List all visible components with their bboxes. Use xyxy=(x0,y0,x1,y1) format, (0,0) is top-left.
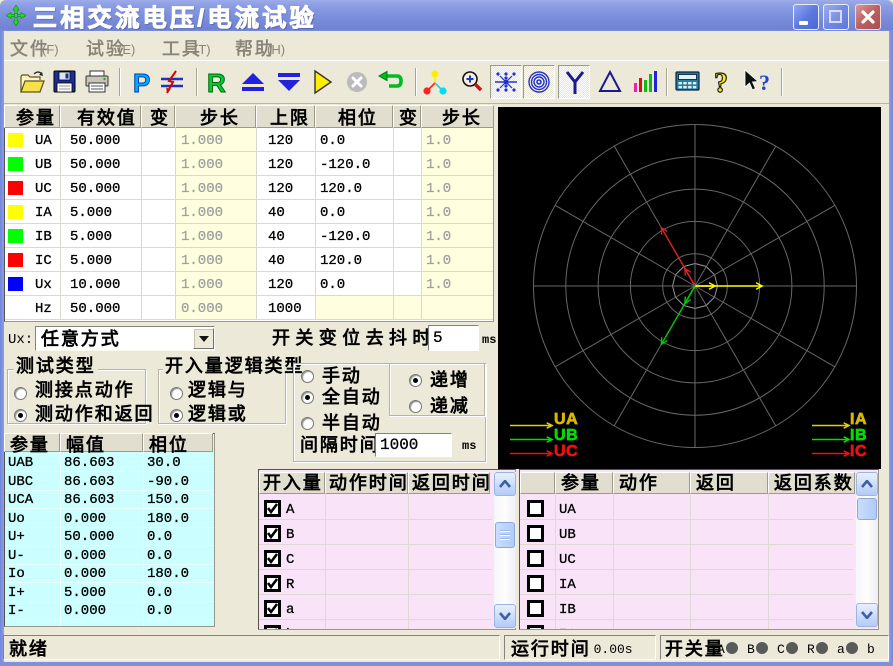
svg-text:P: P xyxy=(133,68,150,98)
svg-text:?: ? xyxy=(714,68,728,99)
svg-text:?: ? xyxy=(759,70,770,95)
svg-text:R: R xyxy=(207,68,226,98)
